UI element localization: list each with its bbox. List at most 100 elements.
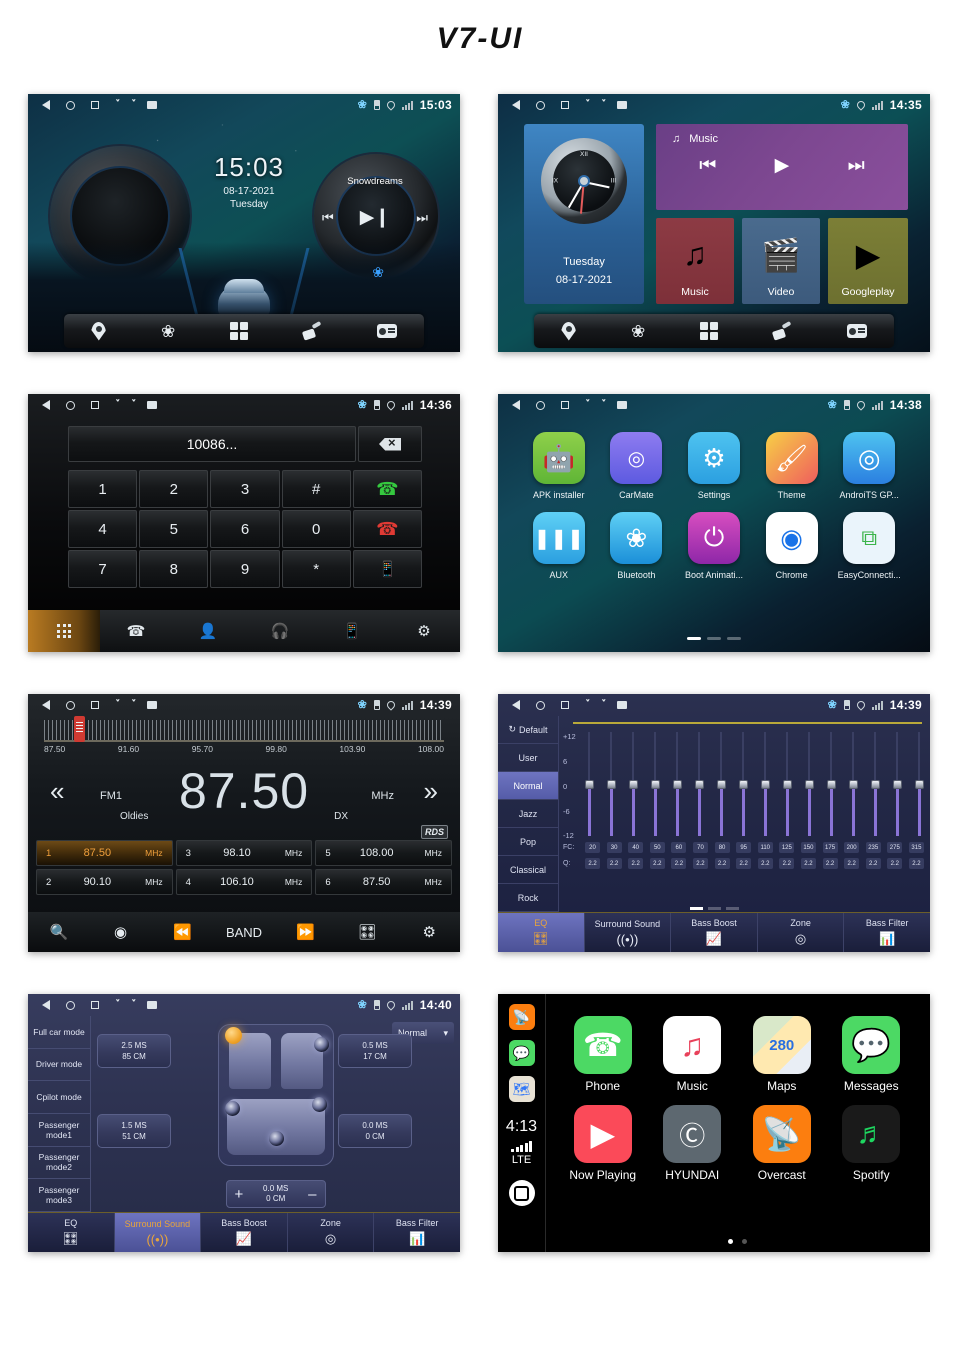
- eq-preset-jazz[interactable]: Jazz: [498, 800, 558, 828]
- carplay-app-phone[interactable]: ☎ Phone: [558, 1016, 648, 1093]
- slider-thumb[interactable]: [629, 780, 638, 789]
- phone-number-display[interactable]: 10086...: [68, 426, 356, 462]
- key-4[interactable]: 4: [68, 510, 138, 548]
- q-cell[interactable]: 2.2: [606, 858, 622, 869]
- q-cell[interactable]: 2.2: [692, 858, 708, 869]
- app-theme[interactable]: 🖌 Theme: [753, 432, 831, 500]
- q-cell[interactable]: 2.2: [714, 858, 730, 869]
- radio-icon[interactable]: [846, 324, 867, 338]
- key-0[interactable]: 0: [281, 510, 351, 548]
- q-cell[interactable]: 2.2: [822, 858, 838, 869]
- page-dot[interactable]: [707, 637, 721, 640]
- tab-bass-filter[interactable]: Bass Filter 📊: [374, 1213, 460, 1252]
- slider-thumb[interactable]: [717, 780, 726, 789]
- q-cell[interactable]: 2.2: [887, 858, 903, 869]
- audio-tab-bar[interactable]: EQ 🎛 Surround Sound ((•)) Bass Boost 📈 Z…: [498, 912, 930, 952]
- recents-square-icon[interactable]: [561, 101, 569, 109]
- app-easyconnected[interactable]: ⧉ EasyConnecti...: [830, 512, 908, 580]
- tile-video[interactable]: 🎬 Video: [742, 218, 820, 304]
- eq-slider-40[interactable]: [629, 732, 638, 836]
- eq-slider-150[interactable]: [805, 732, 814, 836]
- end-call-button[interactable]: ☎: [352, 510, 422, 548]
- pin-icon[interactable]: [91, 321, 107, 341]
- key-star[interactable]: *: [281, 550, 351, 588]
- back-triangle-icon[interactable]: [42, 100, 50, 110]
- slider-thumb[interactable]: [739, 780, 748, 789]
- backspace-button[interactable]: [358, 426, 422, 462]
- carplay-app-spotify[interactable]: ♬ Spotify: [827, 1105, 917, 1182]
- page-dot[interactable]: [727, 1239, 733, 1244]
- recents-square-icon[interactable]: [91, 701, 99, 709]
- fc-cell[interactable]: 200: [844, 842, 860, 853]
- slider-thumb[interactable]: [893, 780, 902, 789]
- back-triangle-icon[interactable]: [42, 400, 50, 410]
- preset-1[interactable]: 1 87.50 MHz: [36, 840, 173, 866]
- tab-bass-boost[interactable]: Bass Boost 📈: [671, 913, 758, 952]
- band-button[interactable]: BAND: [213, 925, 275, 940]
- grid-icon[interactable]: [699, 321, 719, 341]
- eq-slider-235[interactable]: [871, 732, 880, 836]
- rds-badge[interactable]: RDS: [420, 825, 448, 839]
- slider-thumb[interactable]: [849, 780, 858, 789]
- recents-square-icon[interactable]: [91, 401, 99, 409]
- q-cell[interactable]: 2.2: [779, 858, 795, 869]
- tab-bass-filter[interactable]: Bass Filter 📊: [844, 913, 930, 952]
- eq-slider-30[interactable]: [607, 732, 616, 836]
- home-circle-icon[interactable]: [66, 400, 75, 410]
- page-dot[interactable]: [689, 907, 703, 910]
- slider-thumb[interactable]: [915, 780, 924, 789]
- slider-thumb[interactable]: [607, 780, 616, 789]
- home-circle-icon[interactable]: [536, 400, 545, 410]
- bluetooth-icon[interactable]: ❀: [631, 323, 645, 340]
- eq-preset-default[interactable]: ↻ Default: [498, 716, 558, 744]
- delay-front-right[interactable]: 0.5 MS 17 CM: [338, 1034, 412, 1068]
- app-aux[interactable]: ❚❚❚ AUX: [520, 512, 598, 580]
- app-chrome[interactable]: ◉ Chrome: [753, 512, 831, 580]
- brush-icon[interactable]: [303, 323, 322, 340]
- preset-6[interactable]: 6 87.50 MHz: [315, 869, 452, 895]
- page-indicator[interactable]: [558, 1239, 916, 1244]
- overcast-icon[interactable]: 📡: [508, 1004, 535, 1030]
- panel-home-screen[interactable]: ٚ ٚ ❀ 15:03 15:03 08-17-2021 Tuesday Sno…: [28, 94, 460, 352]
- q-cell[interactable]: 2.2: [865, 858, 881, 869]
- q-cell[interactable]: 2.2: [585, 858, 600, 869]
- recents-square-icon[interactable]: [91, 1001, 99, 1009]
- prev-track-button[interactable]: ⏮: [699, 155, 716, 177]
- page-dot[interactable]: [707, 907, 721, 910]
- mode-cpilot[interactable]: Cpilot mode: [28, 1081, 90, 1114]
- listening-position-marker[interactable]: [224, 1027, 242, 1044]
- eq-preset-list[interactable]: ↻ Default User Normal Jazz Pop Classical…: [498, 716, 558, 912]
- panel-radio[interactable]: ٚ ٚ ❀ 14:39 87.50 91.60 95.70 99.80 103.…: [28, 694, 460, 952]
- recents-square-icon[interactable]: [561, 701, 569, 709]
- app-boot-animation[interactable]: ⏻ Boot Animati...: [675, 512, 753, 580]
- fc-cell[interactable]: 150: [800, 842, 816, 853]
- auto-search-button[interactable]: ◉: [90, 923, 152, 941]
- eq-slider-315[interactable]: [915, 732, 924, 836]
- delay-stepper[interactable]: + 0.0 MS 0 CM –: [225, 1180, 326, 1208]
- page-dot[interactable]: [687, 637, 701, 640]
- panel-equalizer[interactable]: ٚ ٚ ❀ 14:39 ↻ Default User Normal Jazz P…: [498, 694, 930, 952]
- next-track-button[interactable]: ⏭: [416, 210, 428, 226]
- tab-eq[interactable]: EQ 🎛: [498, 913, 585, 952]
- carplay-app-overcast[interactable]: 📡 Overcast: [737, 1105, 827, 1182]
- app-grid[interactable]: 🤖 APK installer ◎ CarMate ⚙ Settings 🖌 T…: [520, 432, 908, 580]
- carplay-app-messages[interactable]: 💬 Messages: [827, 1016, 917, 1093]
- recents-square-icon[interactable]: [561, 401, 569, 409]
- tab-eq[interactable]: EQ 🎛: [28, 1213, 115, 1252]
- eq-q-row[interactable]: Q: 2.2 2.2 2.2 2.2 2.2 2.2 2.2 2.2 2.2 2.2 2.2 2.2 2…: [563, 858, 924, 869]
- grid-icon[interactable]: [229, 321, 249, 341]
- brush-icon[interactable]: [773, 323, 792, 340]
- key-5[interactable]: 5: [139, 510, 209, 548]
- app-bluetooth[interactable]: ❀ Bluetooth: [598, 512, 676, 580]
- fc-cell[interactable]: 110: [757, 842, 773, 853]
- slider-thumb[interactable]: [761, 780, 770, 789]
- prev-station-button[interactable]: ⏪: [151, 923, 213, 941]
- q-cell[interactable]: 2.2: [844, 858, 860, 869]
- back-triangle-icon[interactable]: [42, 700, 50, 710]
- mode-passenger-1[interactable]: Passenger mode1: [28, 1114, 90, 1147]
- app-androits-gps[interactable]: ◎ AndroiTS GP...: [830, 432, 908, 500]
- tile-music[interactable]: ♫ Music: [656, 218, 734, 304]
- eq-slider-95[interactable]: [739, 732, 748, 836]
- dialer-input-row[interactable]: 10086...: [68, 426, 422, 462]
- home-dock[interactable]: ❀: [534, 314, 894, 348]
